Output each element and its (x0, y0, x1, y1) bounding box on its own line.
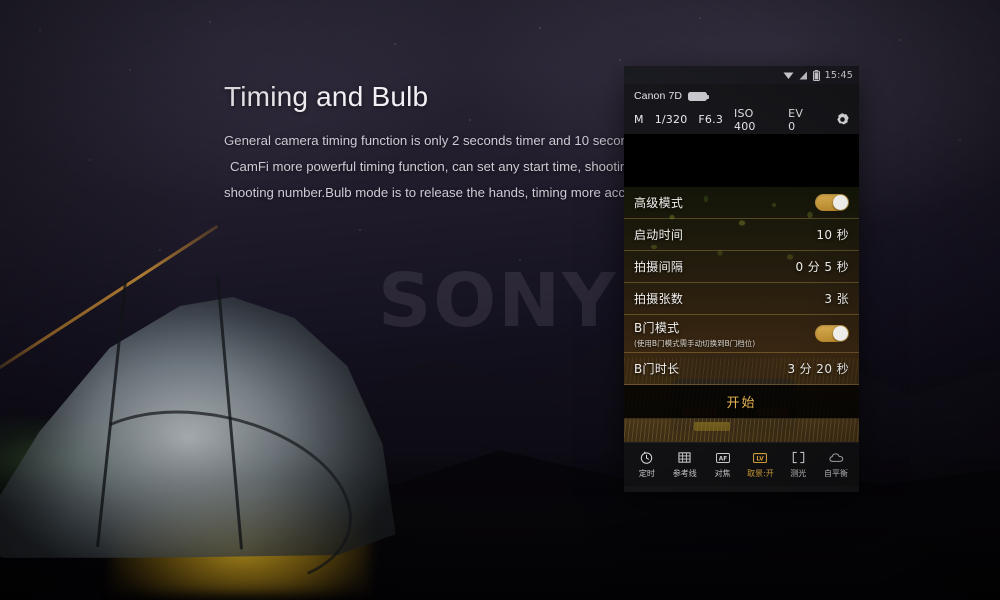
row-left-shot-count: 拍摄张数 (634, 290, 683, 307)
phone-app-panel: 15:45 Canon 7D M 1/320 F6.3 ISO 400 EV 0 (624, 66, 859, 492)
start-time-value[interactable]: 10 秒 (816, 226, 849, 243)
setting-row-shot-count[interactable]: 拍摄张数 3 张 (624, 283, 859, 315)
shot-count-value[interactable]: 3 张 (824, 290, 849, 307)
gear-icon[interactable] (835, 112, 850, 127)
bulb-mode-toggle[interactable] (815, 325, 849, 342)
wifi-icon (783, 71, 794, 80)
timer-icon (640, 451, 653, 465)
app-bottom-bar: 浏览 接收 (624, 486, 859, 492)
camera-model-label: Canon 7D (634, 90, 683, 102)
white-balance-icon (828, 451, 844, 465)
promo-screenshot: SONY Timing and Bulb General camera timi… (0, 0, 1000, 600)
af-icon: AF (715, 451, 730, 465)
tool-label: 测光 (790, 468, 807, 478)
row-left-advanced-mode: 高级模式 (634, 194, 683, 211)
exposure-settings-bar: M 1/320 F6.3 ISO 400 EV 0 (624, 107, 859, 134)
battery-icon (812, 69, 820, 81)
connected-camera-row: Canon 7D (624, 84, 859, 108)
status-bar-time: 15:45 (824, 69, 853, 81)
row-left-bulb-mode: B门模式 (使用B门模式需手动切换到B门档位) (634, 319, 755, 349)
tool-live-view[interactable]: LV 取景:开 (742, 451, 778, 479)
tool-grid[interactable]: 参考线 (667, 451, 703, 479)
exposure-compensation[interactable]: EV 0 (788, 107, 813, 133)
promo-line-1: General camera timing function is only 2… (224, 133, 678, 148)
signal-icon (799, 71, 808, 80)
tool-label: 对焦 (714, 468, 731, 478)
promo-description: General camera timing function is only 2… (224, 128, 685, 206)
live-view-letterbox (624, 134, 859, 187)
tool-label: 参考线 (672, 468, 697, 478)
bulb-mode-hint: (使用B门模式需手动切换到B门档位) (634, 338, 756, 348)
setting-row-bulb-mode[interactable]: B门模式 (使用B门模式需手动切换到B门档位) (624, 315, 859, 353)
toggle-knob (833, 326, 848, 341)
advanced-mode-toggle[interactable] (815, 194, 849, 211)
setting-label: 高级模式 (634, 196, 684, 210)
exposure-mode[interactable]: M (634, 113, 644, 126)
start-button-label: 开始 (726, 396, 757, 411)
svg-text:LV: LV (757, 456, 765, 462)
camera-battery-icon (688, 91, 710, 101)
promo-copy: Timing and Bulb General camera timing fu… (224, 80, 685, 206)
iso-value[interactable]: ISO 400 (734, 107, 777, 133)
setting-label: 拍摄间隔 (634, 260, 684, 274)
svg-text:AF: AF (718, 456, 726, 462)
setting-row-advanced-mode[interactable]: 高级模式 (624, 187, 859, 219)
interval-value[interactable]: 0 分 5 秒 (795, 258, 849, 275)
promo-line-3: shooting number.Bulb mode is to release … (224, 185, 659, 200)
setting-label: 拍摄张数 (634, 292, 684, 306)
grid-icon (678, 451, 691, 465)
page-title: Timing and Bulb (224, 81, 429, 112)
row-left-bulb-duration: B门时长 (634, 360, 679, 377)
row-left-interval: 拍摄间隔 (634, 258, 683, 275)
start-button[interactable]: 开始 (624, 385, 859, 419)
live-view-icon: LV (753, 451, 768, 465)
tool-metering[interactable]: 测光 (780, 451, 816, 479)
live-view-area[interactable]: 高级模式 启动时间 10 秒 拍摄间隔 0 分 5 秒 拍摄张数 3 张 B门模… (624, 134, 859, 442)
promo-line-2: CamFi more powerful timing function, can… (230, 159, 685, 174)
setting-label: B门模式 (634, 320, 680, 335)
setting-row-start-time[interactable]: 启动时间 10 秒 (624, 219, 859, 251)
shutter-speed[interactable]: 1/320 (655, 113, 688, 126)
camera-tool-strip: 定时 参考线 AF 对焦 LV 取景:开 测光 自平衡 (624, 442, 859, 486)
tent-illustration (0, 224, 430, 600)
aperture[interactable]: F6.3 (698, 113, 723, 126)
setting-label: B门时长 (634, 362, 680, 376)
bulb-duration-value[interactable]: 3 分 20 秒 (787, 360, 849, 377)
tool-label: 取景:开 (747, 468, 774, 478)
watermark-text: SONY (378, 258, 618, 344)
tool-timer[interactable]: 定时 (629, 451, 665, 479)
tool-focus[interactable]: AF 对焦 (705, 451, 741, 479)
android-status-bar: 15:45 (624, 66, 859, 84)
setting-label: 启动时间 (634, 228, 684, 242)
setting-row-bulb-duration[interactable]: B门时长 3 分 20 秒 (624, 353, 859, 385)
setting-row-interval[interactable]: 拍摄间隔 0 分 5 秒 (624, 251, 859, 283)
metering-icon (792, 451, 805, 465)
tool-label: 定时 (638, 468, 655, 478)
toggle-knob (833, 195, 848, 210)
row-left-start-time: 启动时间 (634, 226, 683, 243)
tool-label: 自平衡 (824, 468, 849, 478)
timing-settings-list: 高级模式 启动时间 10 秒 拍摄间隔 0 分 5 秒 拍摄张数 3 张 B门模… (624, 187, 859, 419)
tool-white-balance[interactable]: 自平衡 (818, 451, 854, 479)
